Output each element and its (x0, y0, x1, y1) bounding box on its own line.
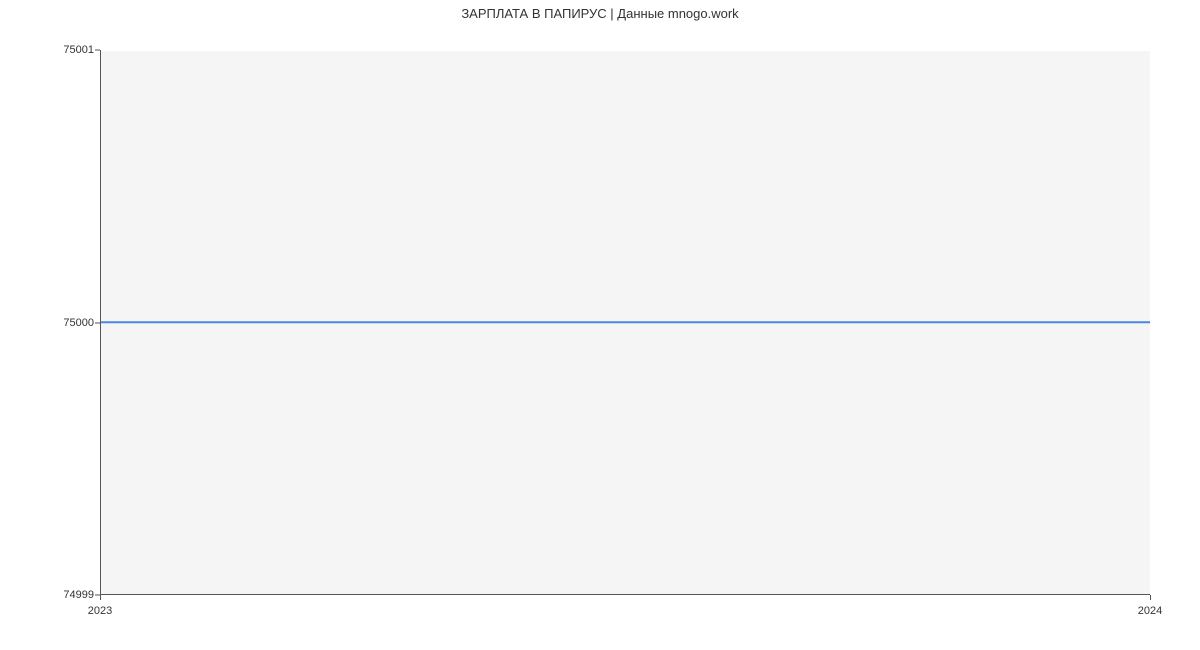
gridline (101, 50, 1150, 51)
x-tick-mark (100, 595, 101, 600)
x-tick-label: 2023 (88, 605, 112, 617)
data-line (101, 321, 1150, 323)
y-tick-label: 74999 (63, 589, 94, 601)
y-tick-label: 75000 (63, 317, 94, 329)
y-tick-mark (95, 322, 100, 323)
y-tick-mark (95, 50, 100, 51)
chart-title: ЗАРПЛАТА В ПАПИРУС | Данные mnogo.work (0, 6, 1200, 21)
x-tick-mark (1150, 595, 1151, 600)
plot-area (100, 50, 1150, 595)
y-tick-label: 75001 (63, 44, 94, 56)
x-tick-label: 2024 (1138, 605, 1162, 617)
chart-container: ЗАРПЛАТА В ПАПИРУС | Данные mnogo.work 7… (0, 0, 1200, 650)
